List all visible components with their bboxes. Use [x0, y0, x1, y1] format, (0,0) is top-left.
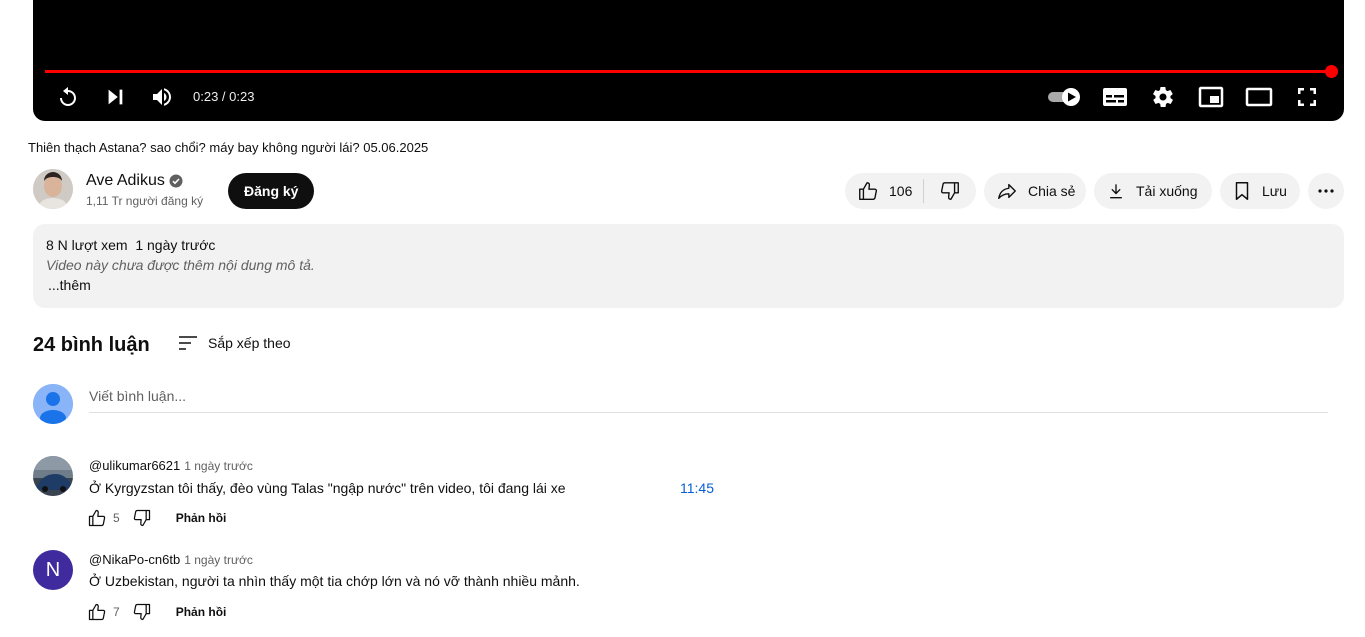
download-icon	[1110, 184, 1122, 199]
sort-label: Sắp xếp theo	[208, 335, 291, 351]
comment-author[interactable]: @ulikumar6621	[89, 458, 180, 473]
comment-like-count: 7	[113, 605, 120, 619]
comment-actions: 5 Phản hồi	[87, 506, 226, 530]
comment-input[interactable]	[89, 384, 1328, 413]
subtitles-button[interactable]	[1101, 84, 1129, 110]
channel-name[interactable]: Ave Adikus	[86, 172, 165, 190]
thumbs-down-icon	[133, 603, 150, 621]
miniplayer-icon	[1198, 86, 1224, 108]
comment-time[interactable]: 1 ngày trước	[184, 459, 253, 473]
comment-actions: 7 Phản hồi	[87, 600, 226, 624]
comment-header: @NikaPo-cn6tb 1 ngày trước	[89, 552, 253, 567]
channel-avatar[interactable]	[33, 169, 73, 209]
comment-author-avatar[interactable]: N	[33, 550, 73, 590]
replay-button[interactable]	[55, 84, 81, 110]
volume-button[interactable]	[148, 84, 176, 110]
settings-button[interactable]	[1149, 84, 1177, 110]
subscriber-count: 1,11 Tr người đăng ký	[86, 194, 204, 208]
fullscreen-button[interactable]	[1293, 84, 1321, 110]
thumbs-up-icon	[88, 509, 106, 527]
autoplay-toggle[interactable]	[1045, 86, 1083, 108]
like-count: 106	[889, 183, 913, 199]
save-label: Lưu	[1262, 183, 1287, 199]
view-count-date: 8 N lượt xem 1 ngày trước	[46, 237, 216, 253]
reply-button[interactable]: Phản hồi	[176, 511, 227, 525]
more-horizontal-icon	[1318, 189, 1334, 193]
autoplay-toggle-icon	[1048, 88, 1080, 106]
next-button[interactable]	[102, 84, 128, 110]
description-box[interactable]: 8 N lượt xem 1 ngày trước Video này chưa…	[33, 224, 1344, 308]
dislike-button[interactable]	[924, 173, 976, 209]
comment-text: Ở Uzbekistan, người ta nhìn thấy một tia…	[89, 573, 580, 589]
next-icon	[108, 89, 123, 105]
comment-like-button[interactable]	[87, 508, 107, 528]
thumbs-down-icon	[940, 182, 959, 200]
comment-dislike-button[interactable]	[132, 508, 152, 528]
save-button[interactable]: Lưu	[1220, 173, 1300, 209]
miniplayer-button[interactable]	[1197, 84, 1225, 110]
video-player[interactable]: 0:23 / 0:23	[33, 0, 1344, 121]
settings-icon	[1153, 87, 1173, 107]
time-display: 0:23 / 0:23	[193, 89, 255, 104]
thumbs-down-icon	[133, 509, 150, 527]
share-label: Chia sẻ	[1028, 183, 1076, 199]
comment-header: @ulikumar6621 1 ngày trước	[89, 458, 253, 473]
more-actions-button[interactable]	[1308, 173, 1344, 209]
sort-icon	[179, 336, 197, 350]
replay-icon	[60, 87, 76, 106]
comment-like-count: 5	[113, 511, 120, 525]
thumbs-up-icon	[859, 182, 878, 200]
fullscreen-icon	[1298, 88, 1316, 106]
comment-time[interactable]: 1 ngày trước	[184, 553, 253, 567]
download-label: Tải xuống	[1136, 183, 1198, 199]
thumbs-up-icon	[88, 603, 106, 621]
subtitles-icon	[1103, 88, 1127, 106]
progress-bar[interactable]	[45, 70, 1332, 73]
show-more-link[interactable]: ...thêm	[48, 277, 91, 293]
reply-button[interactable]: Phản hồi	[176, 605, 227, 619]
like-button[interactable]: 106	[845, 173, 923, 209]
avatar-initial: N	[45, 558, 61, 581]
like-dislike-group: 106	[845, 173, 976, 209]
description-text: Video này chưa được thêm nội dung mô tả.	[46, 257, 315, 273]
share-icon	[998, 183, 1016, 200]
theater-mode-icon	[1245, 87, 1273, 107]
comment-author-avatar[interactable]	[33, 456, 73, 496]
volume-icon	[153, 88, 171, 106]
bookmark-icon	[1235, 182, 1249, 200]
theater-mode-button[interactable]	[1244, 84, 1274, 110]
subscribe-button[interactable]: Đăng ký	[228, 173, 315, 209]
video-title: Thiên thạch Astana? sao chổi? máy bay kh…	[28, 140, 429, 155]
download-button[interactable]: Tải xuống	[1094, 173, 1212, 209]
comment-like-button[interactable]	[87, 602, 107, 622]
progress-scrubber[interactable]	[1325, 65, 1338, 78]
comment-dislike-button[interactable]	[132, 602, 152, 622]
user-avatar	[33, 384, 73, 424]
comment-count: 24 bình luận	[33, 334, 150, 356]
comment-timestamp-link[interactable]: 11:45	[680, 480, 714, 496]
comment-text: Ở Kyrgyzstan tôi thấy, đèo vùng Talas "n…	[89, 480, 566, 496]
verified-icon	[169, 174, 183, 188]
share-button[interactable]: Chia sẻ	[984, 173, 1086, 209]
comment-author[interactable]: @NikaPo-cn6tb	[89, 552, 180, 567]
sort-button[interactable]: Sắp xếp theo	[178, 332, 291, 354]
